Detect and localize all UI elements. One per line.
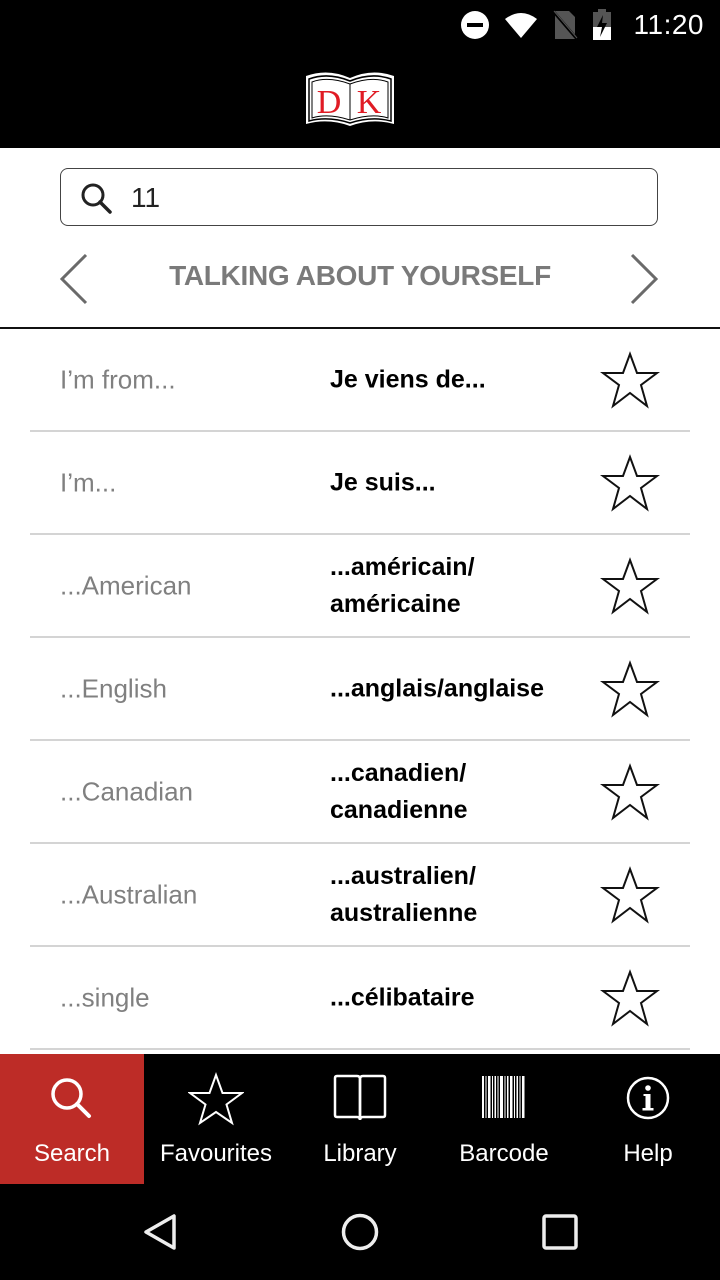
do-not-disturb-icon [460,11,489,39]
phrase-french: ...célibataire [330,983,475,1011]
phrase-french: ...américain/ américaine [330,552,475,618]
chevron-left-icon[interactable] [54,252,94,306]
phrase-english: I’m... [60,467,117,497]
star-icon[interactable] [600,659,660,718]
phrase-row[interactable]: ...Australian ...australien/ australienn… [30,844,690,947]
phrase-row[interactable]: ...American ...américain/ américaine [30,535,690,638]
svg-text:D: D [317,84,342,121]
star-icon[interactable] [600,762,660,821]
book-icon [333,1074,387,1121]
phrase-row[interactable]: I’m... Je suis... [30,432,690,535]
phrase-english: I’m from... [60,364,176,394]
tab-library[interactable]: Library [288,1054,432,1184]
phrase-english: ...single [60,982,150,1012]
dk-logo: D K [306,72,394,126]
star-icon [188,1072,244,1126]
battery-charging-icon [592,9,611,40]
tab-label: Help [623,1140,673,1167]
tab-search[interactable]: Search [0,1054,144,1184]
search-input[interactable] [129,177,633,219]
info-icon [626,1076,670,1120]
tab-label: Favourites [159,1140,273,1167]
tab-label: Library [323,1140,397,1167]
tab-help[interactable]: Help [576,1054,720,1184]
phrase-row[interactable]: ...single ...célibataire [30,947,690,1050]
section-navigator: TALKING ABOUT YOURSELF [0,240,720,328]
phrase-english: ...English [60,673,167,703]
search-icon [81,183,112,214]
phrase-french: Je viens de... [330,365,486,393]
phrase-english: ...Canadian [60,776,193,806]
phrase-french: ...australien/ australienne [330,861,478,927]
bottom-tab-bar: Search Favourites Library Barcode Help [0,1054,720,1184]
phrase-english: ...Australian [60,879,198,909]
phrase-french: ...canadien/ canadienne [330,758,468,824]
phrase-french: Je suis... [330,468,436,496]
tab-favourites[interactable]: Favourites [144,1054,288,1184]
tab-barcode[interactable]: Barcode [432,1054,576,1184]
chevron-right-icon[interactable] [624,252,664,306]
star-icon[interactable] [600,865,660,924]
phrase-row[interactable]: I’m from... Je viens de... [30,329,690,432]
search-icon [51,1078,91,1118]
search-box[interactable] [60,168,658,226]
wifi-icon [504,13,537,38]
star-icon[interactable] [600,350,660,409]
system-nav-bar [0,1184,720,1280]
status-bar: 11:20 [0,0,720,50]
recents-icon[interactable] [540,1212,580,1252]
status-icons: 11:20 [460,0,705,50]
tab-label: Search [33,1140,111,1167]
phrase-list: I’m from... Je viens de... I’m... Je sui… [30,329,690,1050]
barcode-icon [482,1076,525,1118]
star-icon[interactable] [600,556,660,615]
phrase-french: ...anglais/anglaise [330,674,544,702]
phrase-english: ...American [60,570,192,600]
phrase-row[interactable]: ...Canadian ...canadien/ canadienne [30,741,690,844]
no-sim-icon [551,10,578,40]
tab-label: Barcode [459,1140,549,1167]
section-title: TALKING ABOUT YOURSELF [169,260,551,291]
svg-text:K: K [357,84,382,121]
star-icon[interactable] [600,968,660,1027]
star-icon[interactable] [600,453,660,512]
app-bar: D K [0,50,720,148]
back-icon[interactable] [140,1212,180,1252]
status-time: 11:20 [633,9,704,40]
phrase-row[interactable]: ...English ...anglais/anglaise [30,638,690,741]
home-icon[interactable] [340,1212,380,1252]
